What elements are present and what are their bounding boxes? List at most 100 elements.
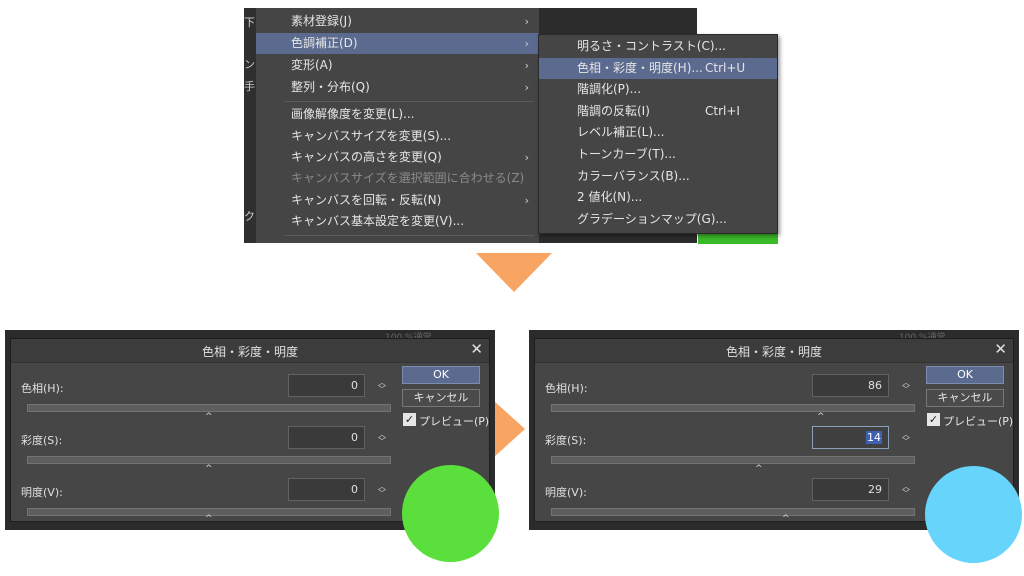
cancel-button[interactable]: キャンセル <box>926 389 1004 407</box>
arrow-down-icon <box>476 253 552 292</box>
hue-value: 86 <box>868 379 882 392</box>
chevron-down-icon[interactable]: ﹀ <box>902 438 910 446</box>
menu-item-label: 変形(A) <box>291 58 333 72</box>
saturation-label: 彩度(S): <box>21 434 63 447</box>
menu-item-label: キャンバス基本設定を変更(V)... <box>291 214 465 228</box>
slider-thumb-icon[interactable]: ^ <box>205 412 213 422</box>
close-icon[interactable]: ✕ <box>470 340 483 358</box>
luminosity-label: 明度(V): <box>21 486 63 499</box>
menu-item-label: キャンバスサイズを変更(S)... <box>291 129 452 143</box>
hue-label: 色相(H): <box>545 382 588 395</box>
preview-label: プレビュー(P) <box>943 415 1014 428</box>
shortcut-label: Ctrl+I <box>705 103 740 118</box>
hue-spin[interactable]: ︿ ﹀ <box>378 379 386 394</box>
menu-item-tonal-correction[interactable]: 色調補正(D) › <box>256 33 539 54</box>
chevron-right-icon: › <box>524 15 529 28</box>
chevron-down-icon[interactable]: ﹀ <box>902 490 910 498</box>
submenu-item-label: 色相・彩度・明度(H)... <box>577 60 703 75</box>
chevron-down-icon[interactable]: ﹀ <box>378 438 386 446</box>
submenu-item-label: 階調の反転(I) <box>577 103 650 118</box>
saturation-value: 0 <box>351 431 358 444</box>
ok-button[interactable]: OK <box>402 366 480 384</box>
result-circle-green <box>402 465 499 562</box>
submenu-item-brightness-contrast[interactable]: 明るさ・コントラスト(C)... <box>539 36 777 58</box>
preview-label: プレビュー(P) <box>419 415 490 428</box>
saturation-label: 彩度(S): <box>545 434 587 447</box>
ok-button[interactable]: OK <box>926 366 1004 384</box>
submenu-item-binarize[interactable]: 2 値化(N)... <box>539 187 777 209</box>
dialog-title: 色相・彩度・明度 <box>725 345 822 359</box>
hue-input[interactable]: 0 <box>288 374 365 397</box>
submenu-item-posterize[interactable]: 階調化(P)... <box>539 79 777 101</box>
chevron-right-icon: › <box>524 37 529 50</box>
saturation-spin[interactable]: ︿ ﹀ <box>378 431 386 446</box>
submenu-item-label: 階調化(P)... <box>577 82 642 97</box>
submenu-item-label: 明るさ・コントラスト(C)... <box>577 39 726 53</box>
edit-menu: 素材登録(J) › 色調補正(D) › 変形(A) › 整列・分布(Q) › 画像解像度… <box>256 8 539 243</box>
saturation-input[interactable]: 0 <box>288 426 365 449</box>
menu-item-change-canvas-height[interactable]: キャンバスの高さを変更(Q) › <box>256 147 539 168</box>
menu-item-fit-canvas-to-selection: キャンバスサイズを選択範囲に合わせる(Z) <box>256 168 539 189</box>
chevron-down-icon[interactable]: ﹀ <box>378 490 386 498</box>
tonal-correction-submenu: 明るさ・コントラスト(C)... 色相・彩度・明度(H)... Ctrl+U 階調… <box>538 34 778 234</box>
luminosity-input[interactable]: 0 <box>288 478 365 501</box>
menu-item-label: 整列・分布(Q) <box>291 80 370 94</box>
shortcut-label: Ctrl+U <box>705 60 746 75</box>
luminosity-value: 29 <box>868 483 882 496</box>
submenu-item-invert[interactable]: 階調の反転(I) Ctrl+I <box>539 101 777 123</box>
saturation-slider[interactable] <box>551 456 915 464</box>
menu-item-rotate-flip-canvas[interactable]: キャンバスを回転・反転(N) › <box>256 190 539 211</box>
submenu-item-gradient-map[interactable]: グラデーションマップ(G)... <box>539 209 777 231</box>
cancel-button[interactable]: キャンセル <box>402 389 480 407</box>
arrow-right-icon <box>494 401 525 457</box>
slider-thumb-icon[interactable]: ^ <box>782 514 790 524</box>
menu-item-register-material[interactable]: 素材登録(J) › <box>256 11 539 32</box>
submenu-item-level-correction[interactable]: レベル補正(L)... <box>539 122 777 144</box>
menu-item-transform[interactable]: 変形(A) › <box>256 55 539 76</box>
menu-separator <box>284 235 534 236</box>
submenu-item-label: レベル補正(L)... <box>577 125 665 140</box>
hue-slider[interactable] <box>551 404 915 412</box>
submenu-item-color-balance[interactable]: カラーバランス(B)... <box>539 166 777 188</box>
menu-item-label: キャンバスサイズを選択範囲に合わせる(Z) <box>291 171 525 185</box>
saturation-input[interactable]: 14 <box>812 426 889 449</box>
dialog-titlebar[interactable]: 色相・彩度・明度 ✕ <box>535 339 1013 363</box>
luminosity-spin[interactable]: ︿ ﹀ <box>902 483 910 498</box>
hue-input[interactable]: 86 <box>812 374 889 397</box>
chevron-down-icon[interactable]: ﹀ <box>378 386 386 394</box>
saturation-spin[interactable]: ︿ ﹀ <box>902 431 910 446</box>
luminosity-spin[interactable]: ︿ ﹀ <box>378 483 386 498</box>
close-icon[interactable]: ✕ <box>994 340 1007 358</box>
chevron-right-icon: › <box>524 59 529 72</box>
slider-thumb-icon[interactable]: ^ <box>205 464 213 474</box>
slider-thumb-icon[interactable]: ^ <box>755 464 763 474</box>
saturation-slider[interactable] <box>27 456 391 464</box>
hue-spin[interactable]: ︿ ﹀ <box>902 379 910 394</box>
luminosity-label: 明度(V): <box>545 486 587 499</box>
submenu-item-tone-curve[interactable]: トーンカーブ(T)... <box>539 144 777 166</box>
submenu-item-label: グラデーションマップ(G)... <box>577 211 727 226</box>
luminosity-slider[interactable] <box>551 508 915 516</box>
saturation-value: 14 <box>866 431 882 444</box>
preview-checkbox[interactable]: ✓ <box>403 413 416 426</box>
luminosity-input[interactable]: 29 <box>812 478 889 501</box>
slider-thumb-icon[interactable]: ^ <box>205 514 213 524</box>
submenu-item-hue-saturation-luminosity[interactable]: 色相・彩度・明度(H)... Ctrl+U <box>539 57 777 80</box>
menu-item-label: キャンバスを回転・反転(N) <box>291 193 442 207</box>
hue-slider[interactable] <box>27 404 391 412</box>
menu-item-change-canvas-size[interactable]: キャンバスサイズを変更(S)... <box>256 126 539 147</box>
menu-item-align-distribute[interactable]: 整列・分布(Q) › <box>256 77 539 98</box>
submenu-item-label: トーンカーブ(T)... <box>577 147 676 161</box>
checkmark-icon: ✓ <box>928 413 939 426</box>
menu-separator <box>284 101 534 102</box>
dialog-titlebar[interactable]: 色相・彩度・明度 ✕ <box>11 339 489 363</box>
menu-item-label: 素材登録(J) <box>291 14 352 28</box>
slider-thumb-icon[interactable]: ^ <box>817 412 825 422</box>
menu-item-canvas-basic-settings[interactable]: キャンバス基本設定を変更(V)... <box>256 211 539 232</box>
preview-checkbox[interactable]: ✓ <box>927 413 940 426</box>
chevron-right-icon: › <box>524 194 529 207</box>
chevron-down-icon[interactable]: ﹀ <box>902 386 910 394</box>
menu-item-change-resolution[interactable]: 画像解像度を変更(L)... <box>256 104 539 125</box>
chevron-right-icon: › <box>524 81 529 94</box>
menu-item-label: 画像解像度を変更(L)... <box>291 107 415 121</box>
